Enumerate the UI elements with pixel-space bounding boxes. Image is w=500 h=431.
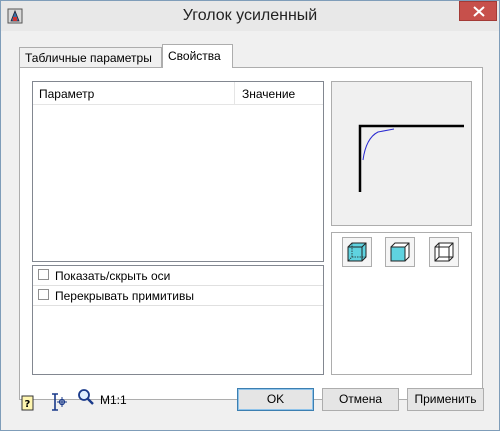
tab-properties[interactable]: Свойства: [162, 44, 233, 68]
zoom-icon: [78, 389, 94, 405]
view-wireframe-icon: [434, 242, 454, 262]
title-bar[interactable]: Уголок усиленный: [1, 1, 499, 31]
snap-point-button[interactable]: [48, 392, 68, 415]
option-overlap-primitives[interactable]: Перекрывать примитивы: [33, 286, 323, 306]
option-label: Перекрывать примитивы: [55, 289, 194, 303]
option-show-axes[interactable]: Показать/скрыть оси: [33, 266, 323, 286]
column-header-parameter[interactable]: Параметр: [39, 87, 94, 101]
grid-header: Параметр Значение: [33, 82, 323, 105]
option-label: Показать/скрыть оси: [55, 269, 171, 283]
shape-preview: [331, 81, 472, 226]
column-divider[interactable]: [234, 82, 235, 104]
view-front-button[interactable]: [385, 237, 415, 267]
ok-button[interactable]: OK: [237, 388, 314, 411]
help-icon: ?: [21, 395, 34, 411]
dialog-client: Табличные параметры Свойства Параметр Зн…: [9, 32, 493, 422]
snap-point-icon: [52, 393, 67, 411]
close-button[interactable]: [459, 1, 497, 21]
zoom-button[interactable]: [77, 388, 95, 409]
apply-button[interactable]: Применить: [407, 388, 484, 411]
angle-profile-drawing: [358, 124, 464, 192]
view-front-icon: [390, 242, 410, 262]
overlap-primitives-checkbox[interactable]: [38, 289, 49, 300]
window-title: Уголок усиленный: [182, 7, 318, 24]
view-mode-panel: [331, 232, 472, 375]
cancel-button[interactable]: Отмена: [322, 388, 399, 411]
show-axes-checkbox[interactable]: [38, 269, 49, 280]
view-isometric-button[interactable]: [342, 237, 372, 267]
close-icon: [473, 6, 485, 17]
view-wireframe-button[interactable]: [429, 237, 459, 267]
properties-panel: Параметр Значение Показать/скрыть оси Пе…: [19, 67, 483, 400]
svg-text:?: ?: [25, 399, 31, 410]
help-button[interactable]: ?: [20, 394, 36, 415]
column-header-value[interactable]: Значение: [242, 87, 295, 101]
view-isometric-icon: [347, 242, 367, 262]
parameter-grid[interactable]: Параметр Значение: [32, 81, 324, 262]
tab-table-params[interactable]: Табличные параметры: [19, 47, 162, 67]
options-list: Показать/скрыть оси Перекрывать примитив…: [32, 265, 324, 375]
scale-label[interactable]: М1:1: [100, 393, 127, 407]
dialog-window: Уголок усиленный Табличные параметры Сво…: [0, 0, 500, 431]
